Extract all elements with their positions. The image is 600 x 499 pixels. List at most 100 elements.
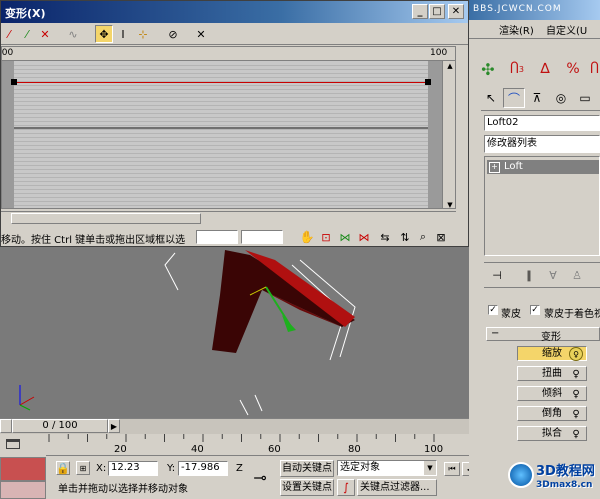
point-y-field[interactable]	[241, 230, 283, 244]
grid-line	[14, 149, 428, 150]
time-slider[interactable]: 0 / 100	[12, 419, 108, 433]
pan-icon[interactable]: ✋	[299, 229, 315, 245]
modifier-stack[interactable]: + Loft	[484, 156, 600, 256]
display-tab-icon[interactable]: ▭	[575, 88, 595, 108]
x-spinner[interactable]	[158, 461, 166, 476]
graph-horizontal-scrollbar[interactable]	[1, 211, 456, 225]
insert-corner-icon[interactable]: ⊹	[135, 26, 151, 42]
zoom-v-icon[interactable]: ⇅	[397, 229, 413, 245]
menu-separator	[469, 38, 600, 39]
magnet-snap-icon[interactable]: Ⴖ3	[505, 58, 529, 80]
insert-point-icon[interactable]: ∿	[65, 26, 81, 42]
minimize-button[interactable]: _	[412, 4, 428, 19]
grid-line	[14, 77, 428, 78]
curve-green-icon[interactable]: ⁄	[19, 26, 35, 42]
x-coordinate-field[interactable]: 12.23	[108, 461, 158, 476]
remove-modifier-icon[interactable]: ♙	[568, 267, 586, 283]
zoom-icon[interactable]: ⌕	[415, 229, 431, 245]
scroll-up-icon[interactable]: ▲	[444, 61, 455, 71]
z-label: Z	[236, 463, 243, 474]
scale-point-icon[interactable]: I	[115, 26, 131, 42]
goto-start-icon[interactable]: ⏮	[444, 462, 460, 476]
graph-vertical-scrollbar[interactable]: ▲ ▼	[442, 61, 455, 208]
scale-curve[interactable]	[14, 82, 428, 83]
scale-deformation-dialog: 变形(X) _ □ ✕ ⁄ ⁄ ✕ ∿ ✥ I ⊹ ⊘ ✕ 100 100 ▲ …	[0, 0, 469, 247]
ruler-label-20: 20	[114, 444, 127, 455]
maxscript-mini[interactable]	[0, 481, 46, 499]
angle-snap-icon[interactable]: ∆	[533, 58, 557, 80]
y-coordinate-field[interactable]: -17.986	[178, 461, 228, 476]
watermark-text: BBS.JCWCN.COM	[473, 4, 562, 14]
command-panel-tabs: ↖ ⌒ ⊼ ◎ ▭	[481, 86, 600, 111]
move-icon[interactable]: ✥	[95, 25, 113, 43]
show-end-result-icon[interactable]: ∥	[520, 267, 538, 283]
make-unique-icon[interactable]: ∀	[544, 267, 562, 283]
time-slider-track[interactable]: 0 / 100 ▶	[0, 418, 469, 434]
skin-shading-checkbox[interactable]: ✓	[530, 305, 540, 315]
trackbar-toggle[interactable]	[0, 434, 46, 457]
delete-point-icon[interactable]: ⊘	[165, 26, 181, 42]
auto-key-button[interactable]: 自动关键点	[280, 460, 334, 477]
deformations-rollout-header[interactable]: − 变形	[486, 327, 600, 343]
zoom-extents-icon[interactable]: ⊡	[318, 229, 334, 245]
close-button[interactable]: ✕	[448, 4, 464, 19]
point-x-field[interactable]	[196, 230, 238, 244]
percent-snap-icon[interactable]: %	[561, 58, 585, 80]
curve-start-point[interactable]	[11, 79, 17, 85]
grid-line	[14, 177, 428, 178]
zoom-region-icon[interactable]: ⊠	[433, 229, 449, 245]
curve-red-icon[interactable]: ⁄	[1, 26, 17, 42]
next-frame-arrow[interactable]: ▶	[108, 419, 120, 433]
grid-line	[14, 117, 428, 118]
deformation-graph[interactable]: 100 100 ▲ ▼	[1, 46, 456, 209]
menu-render[interactable]: 渲染(R)	[499, 22, 534, 37]
command-panel: BBS.JCWCN.COM 渲染(R) 自定义(U ✣ Ⴖ3 ∆ % Ⴖ ↖ ⌒…	[469, 0, 600, 499]
perspective-viewport[interactable]	[0, 235, 469, 418]
scroll-down-icon[interactable]: ▼	[444, 200, 455, 208]
grid-line	[14, 125, 428, 126]
skin-checkbox[interactable]: ✓	[488, 305, 498, 315]
zoom-h-extents-icon[interactable]: ⋈	[337, 229, 353, 245]
bevel-bulb-icon[interactable]: ♀	[569, 407, 583, 421]
select-move-icon[interactable]: ✣	[477, 58, 499, 80]
stack-item[interactable]: + Loft	[487, 160, 599, 174]
maxscript-listener[interactable]	[0, 457, 46, 481]
hierarchy-tab-icon[interactable]: ⊼	[527, 88, 547, 108]
absolute-mode-icon[interactable]: ⊞	[76, 461, 90, 475]
create-tab-icon[interactable]: ↖	[481, 88, 501, 108]
expand-icon[interactable]: +	[489, 162, 500, 173]
zoom-h-icon[interactable]: ⇆	[377, 229, 393, 245]
grid-line	[14, 193, 428, 194]
brand-watermark: 3D教程网 3Dmax8.cn	[508, 458, 600, 498]
scroll-thumb[interactable]	[11, 213, 201, 224]
grid-line	[14, 165, 428, 166]
reset-icon[interactable]: ✕	[193, 26, 209, 42]
y-spinner[interactable]	[228, 461, 236, 476]
selection-set-dropdown[interactable]: 选定对象 ▼	[337, 460, 437, 476]
grid-line	[14, 169, 428, 170]
lock-selection-icon[interactable]: 🔒	[56, 461, 70, 475]
maximize-button[interactable]: □	[429, 4, 445, 19]
prev-frame-arrow[interactable]	[0, 419, 12, 433]
object-name-field[interactable]: Loft02	[484, 115, 600, 131]
menu-customize[interactable]: 自定义(U	[546, 22, 587, 37]
modifier-list-dropdown[interactable]: 修改器列表	[484, 135, 600, 153]
modify-tab-icon[interactable]: ⌒	[503, 88, 525, 108]
zoom-v-extents-icon[interactable]: ⋈	[356, 229, 372, 245]
set-key-button[interactable]: 设置关键点	[280, 479, 334, 496]
key-filters-button[interactable]: 关键点过滤器...	[357, 479, 437, 496]
default-tangent-icon[interactable]: ∫	[337, 479, 355, 496]
curve-x-icon[interactable]: ✕	[37, 26, 53, 42]
scale-bulb-icon[interactable]: ♀	[569, 347, 583, 361]
grid-line	[14, 181, 428, 182]
motion-tab-icon[interactable]: ◎	[551, 88, 571, 108]
dialog-status-row: 移动。按住 Ctrl 键单击或拖出区域框以选 ✋ ⊡ ⋈ ⋈ ⇆ ⇅ ⌕ ⊠	[1, 228, 468, 246]
fit-bulb-icon[interactable]: ♀	[569, 427, 583, 441]
twist-bulb-icon[interactable]: ♀	[569, 367, 583, 381]
grid-line	[14, 97, 428, 98]
pin-stack-icon[interactable]: ⊣	[488, 267, 506, 283]
curve-end-point[interactable]	[425, 79, 431, 85]
track-bar[interactable]: 20 40 60 80 100	[46, 434, 469, 456]
teeter-bulb-icon[interactable]: ♀	[569, 387, 583, 401]
spinner-snap-icon[interactable]: Ⴖ	[589, 58, 600, 80]
